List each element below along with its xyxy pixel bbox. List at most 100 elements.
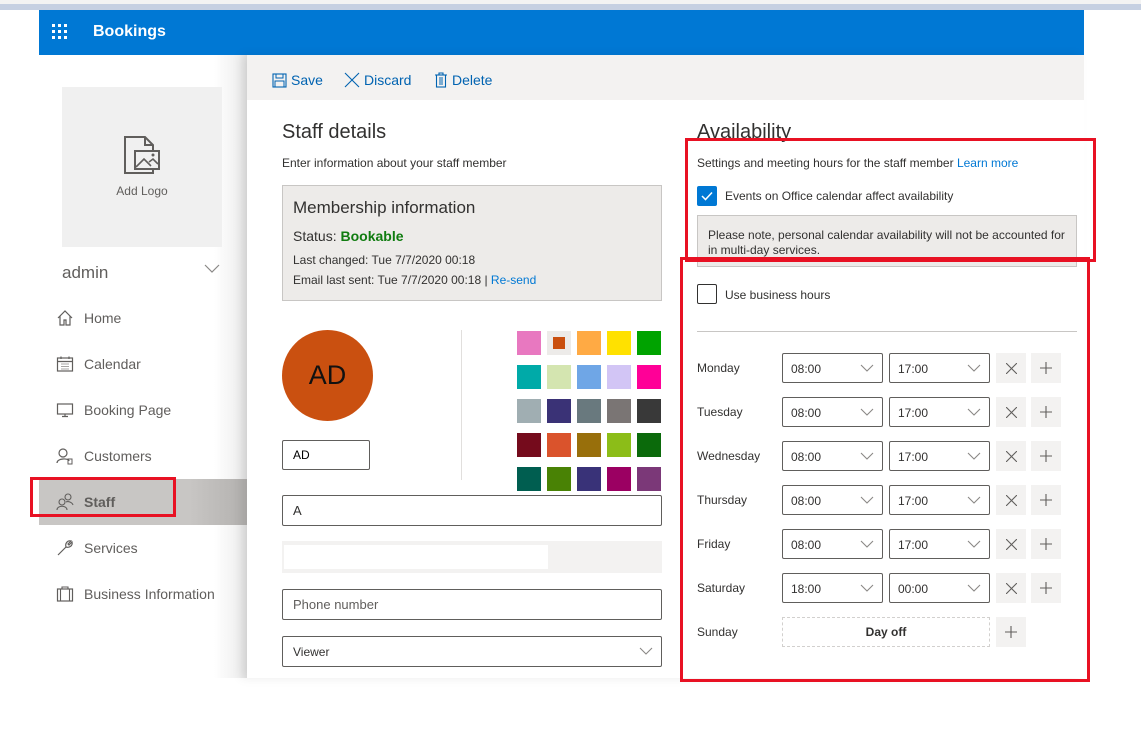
discard-button[interactable]: Discard [344, 72, 411, 88]
remove-slot-button[interactable] [996, 353, 1026, 383]
close-icon [1005, 362, 1017, 374]
add-slot-button[interactable] [1031, 485, 1061, 515]
chevron-down-icon [639, 647, 653, 655]
color-swatch[interactable] [547, 399, 571, 423]
add-slot-button[interactable] [996, 617, 1026, 647]
color-swatch[interactable] [637, 331, 661, 355]
remove-slot-button[interactable] [996, 573, 1026, 603]
end-time-value: 00:00 [898, 582, 929, 596]
end-time-select[interactable]: 17:00 [889, 485, 990, 515]
color-swatch[interactable] [637, 365, 661, 389]
color-swatch[interactable] [607, 365, 631, 389]
app-header: Bookings [39, 10, 1084, 55]
sidebar-item-booking-page[interactable]: Booking Page [39, 387, 247, 433]
color-swatch[interactable] [547, 433, 571, 457]
start-time-value: 08:00 [791, 538, 822, 552]
color-swatch[interactable] [547, 467, 571, 491]
color-swatch[interactable] [577, 331, 601, 355]
start-time-select[interactable]: 18:00 [782, 573, 883, 603]
sidebar-item-customers[interactable]: Customers [39, 433, 247, 479]
color-swatch[interactable] [637, 433, 661, 457]
sidebar-item-label: Services [84, 540, 138, 556]
add-slot-button[interactable] [1031, 353, 1061, 383]
availability-subtitle: Settings and meeting hours for the staff… [697, 156, 1018, 170]
color-swatch[interactable] [607, 331, 631, 355]
start-time-select[interactable]: 08:00 [782, 485, 883, 515]
color-swatch[interactable] [517, 433, 541, 457]
save-label: Save [291, 72, 323, 88]
email-input-redacted[interactable] [282, 541, 662, 573]
end-time-select[interactable]: 17:00 [889, 353, 990, 383]
close-icon [1005, 450, 1017, 462]
sidebar-item-calendar[interactable]: Calendar [39, 341, 247, 387]
status-badge: Bookable [340, 228, 404, 244]
sidebar-item-label: Business Information [84, 586, 215, 602]
day-row-thursday: Thursday 08:00 17:00 [697, 485, 1097, 515]
initials-input[interactable] [282, 440, 370, 470]
phone-input[interactable] [282, 589, 662, 620]
add-slot-button[interactable] [1031, 529, 1061, 559]
day-row-sunday: Sunday Day off [697, 617, 1097, 647]
office-calendar-checkbox[interactable] [697, 186, 717, 206]
color-swatch[interactable] [547, 365, 571, 389]
color-swatch[interactable] [517, 365, 541, 389]
chevron-down-icon[interactable] [204, 264, 220, 274]
start-time-select[interactable]: 08:00 [782, 529, 883, 559]
start-time-value: 08:00 [791, 450, 822, 464]
sidebar-item-staff[interactable]: Staff [39, 479, 247, 525]
add-slot-button[interactable] [1031, 397, 1061, 427]
start-time-select[interactable]: 08:00 [782, 353, 883, 383]
last-changed: Last changed: Tue 7/7/2020 00:18 [293, 253, 476, 267]
delete-label: Delete [452, 72, 493, 88]
plus-icon [1040, 450, 1052, 462]
delete-button[interactable]: Delete [434, 72, 492, 88]
color-swatch[interactable] [607, 467, 631, 491]
chevron-down-icon [860, 408, 874, 416]
end-time-select[interactable]: 17:00 [889, 441, 990, 471]
plus-icon [1040, 406, 1052, 418]
color-swatch[interactable] [577, 433, 601, 457]
chevron-down-icon [860, 584, 874, 592]
day-name: Sunday [697, 625, 738, 639]
remove-slot-button[interactable] [996, 485, 1026, 515]
sidebar-item-home[interactable]: Home [39, 295, 247, 341]
business-hours-checkbox[interactable] [697, 284, 717, 304]
end-time-select[interactable]: 00:00 [889, 573, 990, 603]
chevron-down-icon [860, 452, 874, 460]
color-swatch[interactable] [547, 331, 571, 355]
office-calendar-label: Events on Office calendar affect availab… [725, 189, 954, 203]
color-swatch[interactable] [577, 399, 601, 423]
role-select[interactable]: Viewer [282, 636, 662, 667]
start-time-select[interactable]: 08:00 [782, 397, 883, 427]
save-button[interactable]: Save [272, 72, 323, 88]
color-swatch[interactable] [577, 467, 601, 491]
remove-slot-button[interactable] [996, 529, 1026, 559]
sidebar-item-business-information[interactable]: Business Information [39, 571, 247, 617]
plus-icon [1005, 626, 1017, 638]
end-time-select[interactable]: 17:00 [889, 397, 990, 427]
app-launcher-icon[interactable] [52, 24, 68, 40]
end-time-select[interactable]: 17:00 [889, 529, 990, 559]
color-swatch[interactable] [607, 433, 631, 457]
learn-more-link[interactable]: Learn more [957, 156, 1018, 170]
sidebar-item-services[interactable]: Services [39, 525, 247, 571]
start-time-select[interactable]: 08:00 [782, 441, 883, 471]
day-row-monday: Monday 08:00 17:00 [697, 353, 1097, 383]
sidebar-item-label: Staff [84, 494, 116, 510]
add-slot-button[interactable] [1031, 441, 1061, 471]
remove-slot-button[interactable] [996, 441, 1026, 471]
add-slot-button[interactable] [1031, 573, 1061, 603]
color-swatch[interactable] [517, 331, 541, 355]
add-logo-button[interactable]: Add Logo [62, 87, 222, 247]
name-input[interactable] [282, 495, 662, 526]
color-swatch[interactable] [637, 467, 661, 491]
resend-link[interactable]: Re-send [491, 273, 536, 287]
color-swatch[interactable] [517, 467, 541, 491]
color-swatch[interactable] [637, 399, 661, 423]
color-swatch[interactable] [517, 399, 541, 423]
day-name: Friday [697, 537, 731, 551]
remove-slot-button[interactable] [996, 397, 1026, 427]
color-swatch[interactable] [577, 365, 601, 389]
color-swatch[interactable] [607, 399, 631, 423]
customers-icon [56, 448, 73, 465]
